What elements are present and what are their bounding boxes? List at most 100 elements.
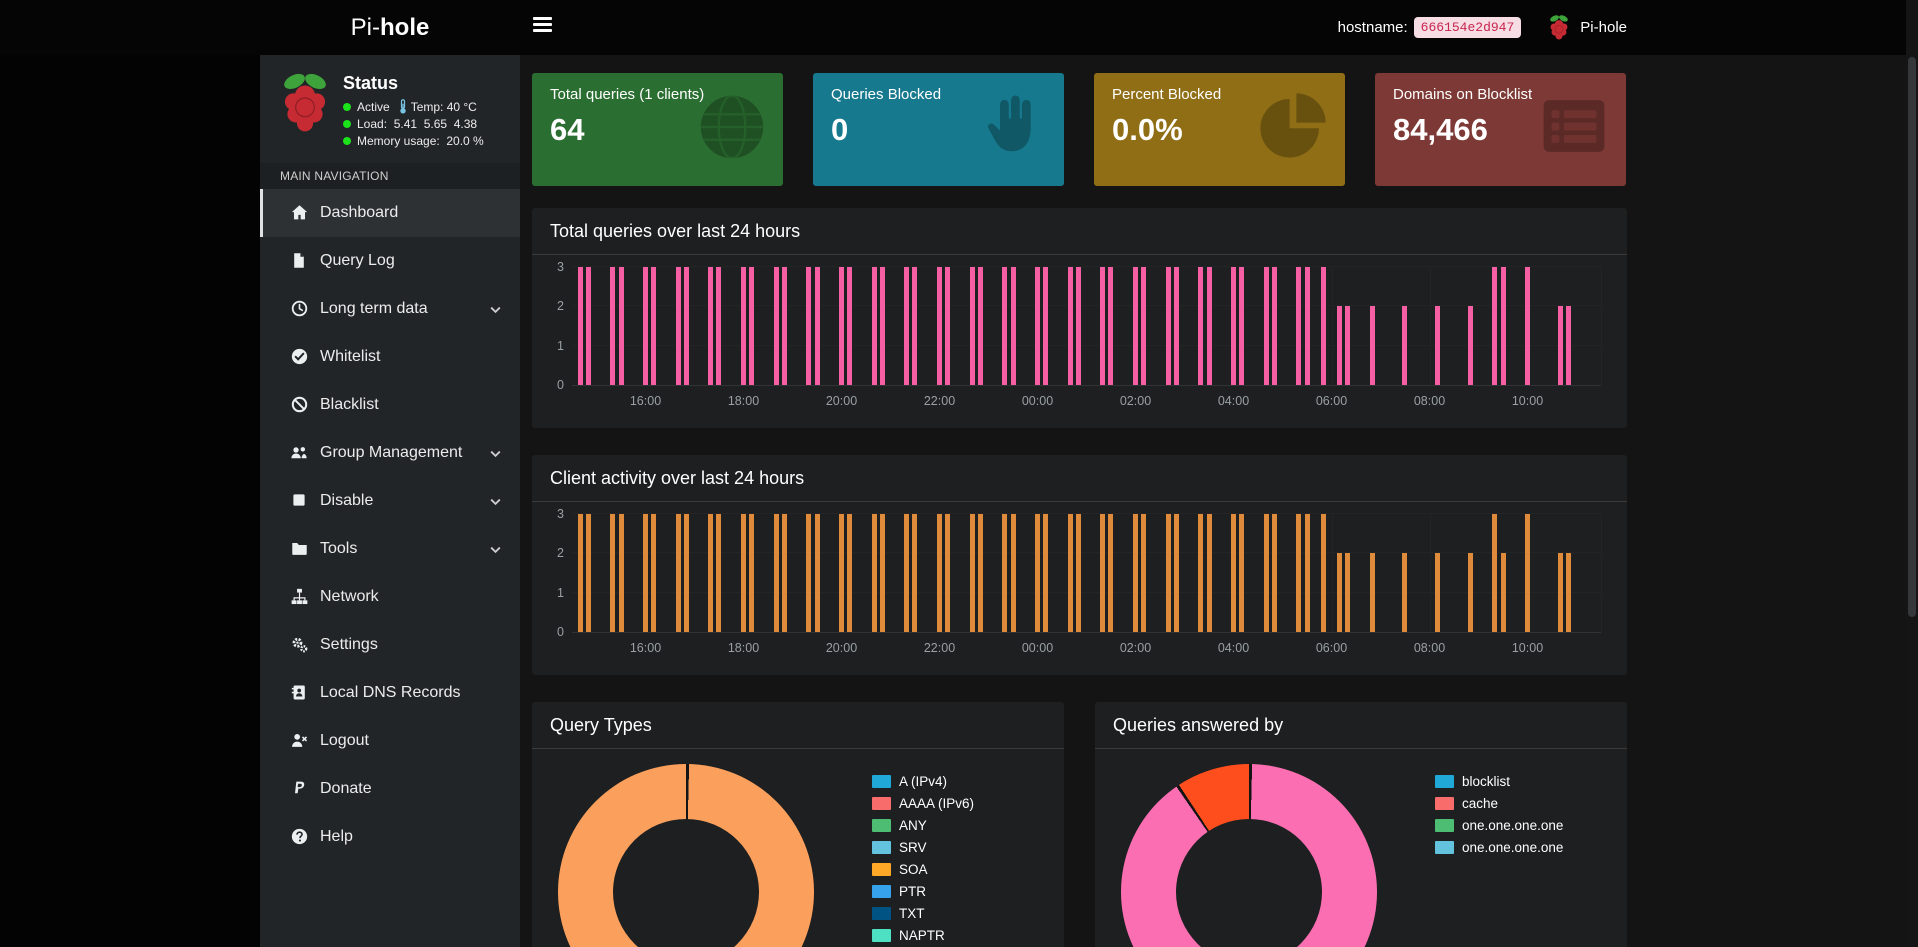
legend-item[interactable]: PTR [872, 880, 974, 902]
bar [651, 267, 656, 385]
bar [1435, 306, 1440, 385]
x-tick-label: 20:00 [826, 394, 857, 408]
sidebar-item-blacklist[interactable]: Blacklist [260, 381, 520, 429]
sidebar-item-donate[interactable]: Donate [260, 765, 520, 813]
sidebar-item-help[interactable]: Help [260, 813, 520, 861]
bar [1239, 514, 1244, 632]
y-tick-label: 1 [557, 586, 564, 600]
legend-item[interactable]: NAPTR [872, 924, 974, 946]
bar [1525, 267, 1530, 385]
bar [1305, 514, 1310, 632]
bar [1076, 514, 1081, 632]
bar [1321, 514, 1326, 632]
bar [1076, 267, 1081, 385]
sidebar-item-query-log[interactable]: Query Log [260, 237, 520, 285]
donate-icon [290, 780, 308, 798]
sidebar-item-settings[interactable]: Settings [260, 621, 520, 669]
sidebar-item-tools[interactable]: Tools [260, 525, 520, 573]
main-content: Total queries (1 clients)64Queries Block… [520, 55, 1918, 947]
total-queries-bar-chart[interactable]: 16:0018:0020:0022:0000:0002:0004:0006:00… [572, 267, 1601, 385]
gridline [572, 305, 1601, 306]
sidebar-item-local-dns-records[interactable]: Local DNS Records [260, 669, 520, 717]
y-tick-label: 1 [557, 339, 564, 353]
status-info: Status ActiveTemp: 40 °CLoad: 5.41 5.65 … [343, 71, 484, 151]
chevron-down-icon [489, 543, 502, 556]
sidebar-item-disable[interactable]: Disable [260, 477, 520, 525]
status-line: ActiveTemp: 40 °C [343, 99, 484, 114]
bar [1002, 267, 1007, 385]
check-circle-icon [290, 348, 308, 366]
legend-item[interactable]: TXT [872, 902, 974, 924]
bar [1100, 514, 1105, 632]
users-icon [290, 444, 308, 462]
network-icon [290, 588, 308, 606]
bar [749, 267, 754, 385]
legend-item[interactable]: blocklist [1435, 770, 1563, 792]
sidebar-item-dashboard[interactable]: Dashboard [260, 189, 520, 237]
panel-title: Queries answered by [1095, 702, 1627, 749]
sidebar-item-label: Logout [320, 732, 502, 750]
legend-swatch [872, 929, 891, 942]
brand-hole: hole [380, 14, 429, 41]
legend-label: one.one.one.one [1462, 818, 1563, 833]
top-navbar: Pi-hole hostname: 666154e2d947 Pi-hole [0, 0, 1918, 55]
nav-section-header: MAIN NAVIGATION [260, 163, 520, 189]
main-navigation: DashboardQuery LogLong term dataWhitelis… [260, 189, 520, 861]
bar [1198, 267, 1203, 385]
client-activity-bar-chart[interactable]: 16:0018:0020:0022:0000:0002:0004:0006:00… [572, 514, 1601, 632]
total-queries-chart-area: 012316:0018:0020:0022:0000:0002:0004:000… [532, 255, 1627, 414]
status-line: Memory usage: 20.0 % [343, 134, 484, 148]
query-types-donut-chart[interactable] [558, 764, 814, 947]
sidebar-item-logout[interactable]: Logout [260, 717, 520, 765]
legend-item[interactable]: one.one.one.one [1435, 814, 1563, 836]
panel-client-activity: Client activity over last 24 hours 01231… [532, 455, 1627, 675]
queries-answered-donut-chart[interactable] [1121, 764, 1377, 947]
brand[interactable]: Pi-hole [260, 0, 520, 55]
hamburger-menu-icon[interactable] [533, 17, 555, 37]
bar [1468, 553, 1473, 632]
sidebar-item-long-term-data[interactable]: Long term data [260, 285, 520, 333]
legend-label: TXT [899, 906, 925, 921]
legend-item[interactable]: SOA [872, 858, 974, 880]
sidebar-item-network[interactable]: Network [260, 573, 520, 621]
legend-item[interactable]: AAAA (IPv6) [872, 792, 974, 814]
x-tick-label: 18:00 [728, 641, 759, 655]
legend-item[interactable]: ANY [872, 814, 974, 836]
gridline [1430, 267, 1431, 385]
bar [1337, 306, 1342, 385]
bar [1321, 267, 1326, 385]
home-icon [290, 204, 308, 222]
x-tick-label: 22:00 [924, 641, 955, 655]
legend-label: SOA [899, 862, 928, 877]
bar [1002, 514, 1007, 632]
bar [880, 514, 885, 632]
legend-item[interactable]: A (IPv4) [872, 770, 974, 792]
legend-swatch [872, 863, 891, 876]
bar [708, 267, 713, 385]
bar [684, 514, 689, 632]
card-domains-on-blocklist: Domains on Blocklist84,466 [1375, 73, 1626, 186]
scrollbar-thumb[interactable] [1908, 57, 1916, 617]
logout-icon [290, 732, 308, 750]
bar [643, 514, 648, 632]
sidebar-item-whitelist[interactable]: Whitelist [260, 333, 520, 381]
bar [880, 267, 885, 385]
pie-chart-icon [1257, 90, 1333, 166]
query-types-legend: A (IPv4)AAAA (IPv6)ANYSRV SOA PTR TXT NAPTR [872, 764, 974, 947]
legend-item[interactable]: SRV [872, 836, 974, 858]
legend-item[interactable]: one.one.one.one [1435, 836, 1563, 858]
bar [970, 514, 975, 632]
help-icon [290, 828, 308, 846]
x-tick-label: 00:00 [1022, 641, 1053, 655]
sidebar-item-group-management[interactable]: Group Management [260, 429, 520, 477]
page-scrollbar[interactable] [1906, 0, 1918, 947]
card-total-queries-1-clients: Total queries (1 clients)64 [532, 73, 783, 186]
legend-item[interactable]: cache [1435, 792, 1563, 814]
legend-swatch [872, 775, 891, 788]
donut-hole [1176, 819, 1322, 947]
chevron-down-icon [489, 303, 502, 316]
list-icon [1538, 90, 1614, 166]
navbar-right: hostname: 666154e2d947 Pi-hole [1338, 0, 1627, 55]
bar [1402, 306, 1407, 385]
bar [1231, 514, 1236, 632]
